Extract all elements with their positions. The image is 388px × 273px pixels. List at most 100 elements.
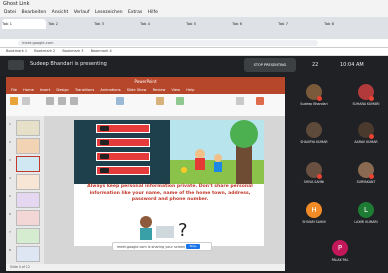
participant-name: SHAURYA KUMAR: [300, 140, 328, 144]
browser-title: Ghost Link: [3, 1, 30, 7]
slide-thumbnail-selected[interactable]: [16, 156, 40, 172]
tab-strip: Tab 1 Tab 2 Tab 3 Tab 4 Tab 5 Tab 6 Tab …: [0, 17, 388, 39]
stop-sharing-button[interactable]: Stop: [186, 244, 200, 249]
thumbnail-number: 4: [9, 176, 11, 180]
slide-thumbnail-pane: 1 2 3 4 5 6 7 8: [6, 116, 44, 264]
browser-tab[interactable]: Tab 8: [324, 19, 368, 29]
participant-name: PALAK PAL: [331, 258, 349, 262]
avatar[interactable]: H: [306, 202, 322, 218]
thumbnail-number: 1: [9, 122, 11, 126]
browser-menu-bar: Datei Bearbeiten Ansicht Verlauf Lesezei…: [0, 9, 388, 17]
browser-tab[interactable]: Tab 7: [278, 19, 322, 29]
ribbon-tab[interactable]: Slide Show: [127, 88, 147, 92]
browser-tab[interactable]: Tab 1: [2, 19, 46, 29]
presenting-label: Sudeep Bhandari is presenting: [30, 61, 107, 67]
slide-illustration-panel: [170, 120, 264, 184]
ribbon-tab[interactable]: Insert: [40, 88, 50, 92]
mic-off-icon: [369, 174, 374, 179]
menu-item[interactable]: Lesezeichen: [95, 10, 123, 15]
stop-presenting-button[interactable]: STOP PRESENTING: [244, 58, 296, 72]
shapes-icon[interactable]: [156, 97, 164, 105]
ribbon-tab[interactable]: View: [172, 88, 181, 92]
browser-tab[interactable]: Tab 4: [140, 19, 184, 29]
thumbnail-number: 2: [9, 140, 11, 144]
bold-icon[interactable]: [46, 97, 54, 105]
address-field[interactable]: meet.google.com: [18, 40, 318, 46]
slide-thumbnail[interactable]: [16, 192, 40, 208]
present-screen-icon: [8, 60, 24, 70]
bookmark[interactable]: Bookmark 4: [91, 49, 112, 53]
menu-item[interactable]: Extras: [128, 10, 142, 15]
menu-item[interactable]: Datei: [4, 10, 16, 15]
svg-text:?: ?: [178, 220, 188, 241]
menu-item[interactable]: Verlauf: [74, 10, 90, 15]
slide-thumbnail[interactable]: [16, 174, 40, 190]
bookmark[interactable]: Bookmark 3: [62, 49, 83, 53]
ppt-status-bar: Slide 4 of 12: [6, 264, 285, 271]
participant-name: SUHANA KUMARI: [352, 102, 380, 106]
ppt-ribbon: [6, 94, 285, 117]
browser-tab[interactable]: Tab 5: [186, 19, 230, 29]
slide-counter: Slide 4 of 12: [10, 265, 30, 269]
id-card-graphic: [96, 152, 150, 161]
browser-tab[interactable]: Tab 3: [94, 19, 138, 29]
ribbon-tab[interactable]: Review: [153, 88, 166, 92]
avatar[interactable]: L: [358, 202, 374, 218]
thumbnail-number: 8: [9, 248, 11, 252]
participant-name: LAXMI KUMARI: [354, 220, 378, 224]
new-slide-icon[interactable]: [22, 97, 30, 105]
paste-icon[interactable]: [10, 97, 18, 105]
menu-item[interactable]: Hilfe: [148, 10, 158, 15]
dictate-icon[interactable]: [256, 97, 264, 105]
ribbon-tab[interactable]: Help: [186, 88, 194, 92]
participant-name: SHIVAM SAHNI: [302, 220, 326, 224]
participants-grid: Sudeep Bhandari SUHANA KUMARI SHAURYA KU…: [286, 76, 388, 273]
bookmark[interactable]: Bookmark 2: [34, 49, 55, 53]
slide-thumbnail[interactable]: [16, 210, 40, 226]
thumbnail-number: 7: [9, 230, 11, 234]
participant-name: Sudeep Bhandari: [300, 102, 328, 106]
slide-thumbnail[interactable]: [16, 120, 40, 136]
participant-name: SHIVA SAHNI: [303, 180, 325, 184]
avatar[interactable]: P: [332, 240, 348, 256]
browser-tab[interactable]: Tab 2: [48, 19, 92, 29]
slide-thumbnail[interactable]: [16, 228, 40, 244]
mic-off-icon: [369, 96, 374, 101]
participant-name: SURYAKANT: [356, 180, 376, 184]
slide-thumbnail[interactable]: [16, 138, 40, 154]
menu-item[interactable]: Ansicht: [52, 10, 69, 15]
meeting-clock: 10:04 AM: [340, 62, 364, 68]
ribbon-tab[interactable]: Transitions: [75, 88, 94, 92]
underline-icon[interactable]: [70, 97, 78, 105]
avatar[interactable]: [306, 122, 322, 138]
slide-thumbnail[interactable]: [16, 246, 40, 262]
child-with-question-illustration: ?: [140, 216, 188, 241]
id-card-graphic: [96, 166, 150, 175]
people-count[interactable]: 22: [312, 62, 318, 68]
participant-name: AARAV KUMAR: [354, 140, 378, 144]
arrange-icon[interactable]: [176, 97, 184, 105]
ribbon-tab[interactable]: File: [11, 88, 17, 92]
ppt-ribbon-tabs: File Home Insert Design Transitions Anim…: [6, 86, 285, 94]
menu-item[interactable]: Bearbeiten: [21, 10, 46, 15]
mic-off-icon: [369, 134, 374, 139]
mic-off-icon: [317, 96, 322, 101]
bookmarks-bar: Bookmark 1 Bookmark 2 Bookmark 3 Bookmar…: [0, 48, 388, 56]
ribbon-tab[interactable]: Design: [56, 88, 68, 92]
browser-tab[interactable]: Tab 6: [232, 19, 276, 29]
ppt-title-bar: PowerPoint: [6, 77, 285, 86]
find-icon[interactable]: [236, 97, 244, 105]
thumbnail-number: 5: [9, 194, 11, 198]
id-card-graphic: [96, 124, 150, 133]
align-icon[interactable]: [116, 97, 124, 105]
thumbnail-number: 3: [9, 158, 11, 162]
ribbon-tab[interactable]: Home: [23, 88, 34, 92]
mic-off-icon: [317, 174, 322, 179]
slide-body-text: Always keep personal information private…: [87, 184, 253, 203]
bookmark[interactable]: Bookmark 1: [6, 49, 27, 53]
ribbon-tab[interactable]: Animations: [100, 88, 120, 92]
italic-icon[interactable]: [58, 97, 66, 105]
kids-playing-illustration: [170, 120, 264, 184]
browser-title-bar: Ghost Link: [0, 0, 388, 9]
thumbnail-number: 6: [9, 212, 11, 216]
